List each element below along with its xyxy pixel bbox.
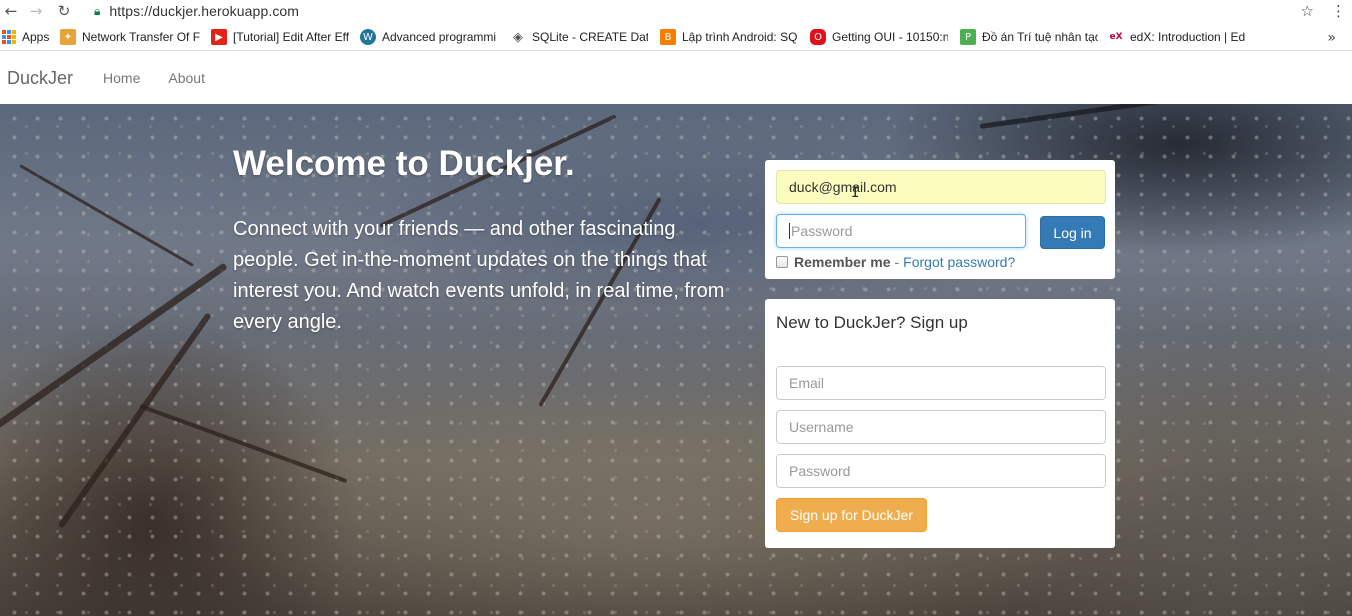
signup-panel: New to DuckJer? Sign up Email Username P…	[765, 299, 1115, 548]
p-icon: P	[960, 29, 976, 45]
blogger-icon: B	[660, 29, 676, 45]
oracle-icon: O	[810, 29, 826, 45]
browser-toolbar: ← → ↻ 🔒︎ https://duckjer.herokuapp.com ☆…	[0, 0, 1352, 22]
bookmark-android-sqlite[interactable]: B Lập trình Android: SQ	[660, 24, 798, 51]
hero-description: Connect with your friends — and other fa…	[233, 218, 725, 333]
reload-icon[interactable]: ↻	[53, 0, 75, 22]
site-brand[interactable]: DuckJer	[7, 68, 73, 89]
bookmark-advanced-programming[interactable]: W Advanced programmi	[360, 24, 498, 51]
bookmark-sqlite-create[interactable]: ◈ SQLite - CREATE Data	[510, 24, 648, 51]
login-email-input[interactable]: duck@gmail.com	[776, 170, 1106, 204]
edx-icon: eX	[1108, 29, 1124, 45]
signup-email-input[interactable]: Email	[776, 366, 1106, 400]
bookmark-star-icon[interactable]: ☆	[1301, 0, 1314, 22]
login-password-input[interactable]: Password	[776, 214, 1026, 248]
remember-me-row: Remember me - Forgot password?	[776, 254, 1015, 270]
signup-password-input[interactable]: Password	[776, 454, 1106, 488]
nav-home[interactable]: Home	[103, 70, 140, 86]
remember-me-label[interactable]: Remember me	[794, 254, 891, 270]
puzzle-icon: ✦	[60, 29, 76, 45]
bookmark-tutorial-after-effects[interactable]: ▶ [Tutorial] Edit After Eff	[211, 24, 349, 51]
youtube-icon: ▶	[211, 29, 227, 45]
diamond-icon: ◈	[510, 29, 526, 45]
apps-grid-icon	[2, 30, 16, 44]
bookmarks-overflow-icon[interactable]: »	[1327, 24, 1336, 51]
signup-button[interactable]: Sign up for DuckJer	[776, 498, 927, 532]
lock-icon: 🔒︎	[94, 3, 101, 18]
login-button[interactable]: Log in	[1040, 216, 1105, 249]
site-navbar: DuckJer Home About	[0, 52, 1352, 104]
hero-text: Welcome to Duckjer. Connect with your fr…	[233, 144, 743, 338]
forward-arrow-icon[interactable]: →	[25, 0, 47, 22]
address-bar[interactable]: 🔒︎ https://duckjer.herokuapp.com	[86, 0, 1326, 22]
bookmark-edx-introduction[interactable]: eX edX: Introduction | Ed	[1108, 24, 1246, 51]
signup-username-input[interactable]: Username	[776, 410, 1106, 444]
back-arrow-icon[interactable]: ←	[0, 0, 22, 22]
signup-title: New to DuckJer? Sign up	[776, 313, 968, 332]
browser-menu-icon[interactable]: ⋮	[1331, 0, 1346, 22]
nav-about[interactable]: About	[168, 70, 205, 86]
text-cursor-icon: I	[851, 185, 860, 201]
bookmark-apps[interactable]: Apps	[2, 24, 54, 51]
bookmark-getting-oui[interactable]: O Getting OUI - 10150:n	[810, 24, 948, 51]
remember-me-checkbox[interactable]	[776, 256, 788, 268]
url-text: https://duckjer.herokuapp.com	[109, 3, 300, 19]
wordpress-icon: W	[360, 29, 376, 45]
login-panel: duck@gmail.com Password Log in Remember …	[765, 160, 1115, 279]
hero-section: Welcome to Duckjer. Connect with your fr…	[0, 104, 1352, 616]
hero-title: Welcome to Duckjer.	[233, 144, 575, 183]
bookmark-network-transfer[interactable]: ✦ Network Transfer Of F	[60, 24, 200, 51]
forgot-password-link[interactable]: Forgot password?	[903, 254, 1015, 270]
bookmark-do-an-tri-tue[interactable]: P Đồ án Trí tuệ nhân tạo	[960, 24, 1098, 51]
bookmarks-bar: Apps ✦ Network Transfer Of F ▶ [Tutorial…	[0, 24, 1352, 51]
